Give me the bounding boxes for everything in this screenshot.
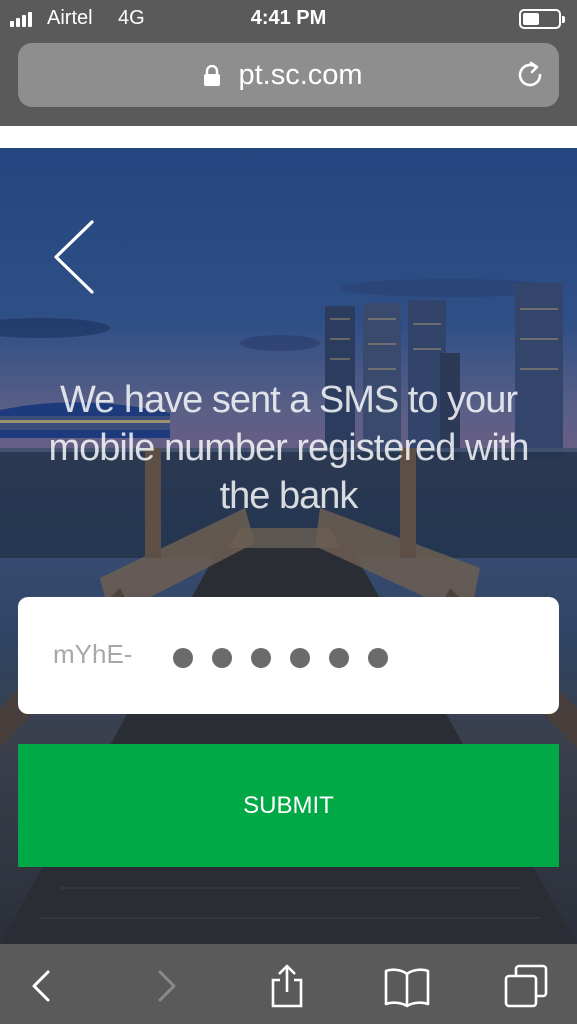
sms-sent-message: We have sent a SMS to your mobile number…: [48, 379, 529, 517]
masked-digit: [173, 648, 193, 668]
otp-prefix: mYhE-: [53, 639, 133, 669]
submit-button[interactable]: SUBMIT: [18, 744, 559, 867]
address-bar[interactable]: pt.sc.com: [18, 43, 559, 107]
share-icon[interactable]: [263, 962, 311, 1010]
page-top-strip: [0, 126, 577, 148]
otp-input[interactable]: mYhE-: [18, 597, 559, 714]
masked-digit: [368, 648, 388, 668]
masked-digit: [251, 648, 271, 668]
bookmarks-icon[interactable]: [383, 962, 431, 1010]
otp-masked-digits: [173, 648, 388, 668]
status-bar: Airtel 4G 4:41 PM: [0, 0, 577, 36]
page-content: We have sent a SMS to your mobile number…: [0, 148, 577, 944]
masked-digit: [329, 648, 349, 668]
battery-icon: [519, 9, 565, 29]
url-text[interactable]: pt.sc.com: [18, 59, 559, 92]
reload-icon[interactable]: [514, 59, 546, 91]
browser-chrome: pt.sc.com: [0, 36, 577, 126]
browser-toolbar: [0, 944, 577, 1024]
tabs-icon[interactable]: [502, 962, 550, 1010]
masked-digit: [212, 648, 232, 668]
status-time: 4:41 PM: [250, 7, 327, 29]
back-icon[interactable]: [20, 962, 68, 1010]
masked-digit: [290, 648, 310, 668]
forward-icon[interactable]: [140, 962, 188, 1010]
back-arrow-icon[interactable]: [52, 220, 96, 294]
